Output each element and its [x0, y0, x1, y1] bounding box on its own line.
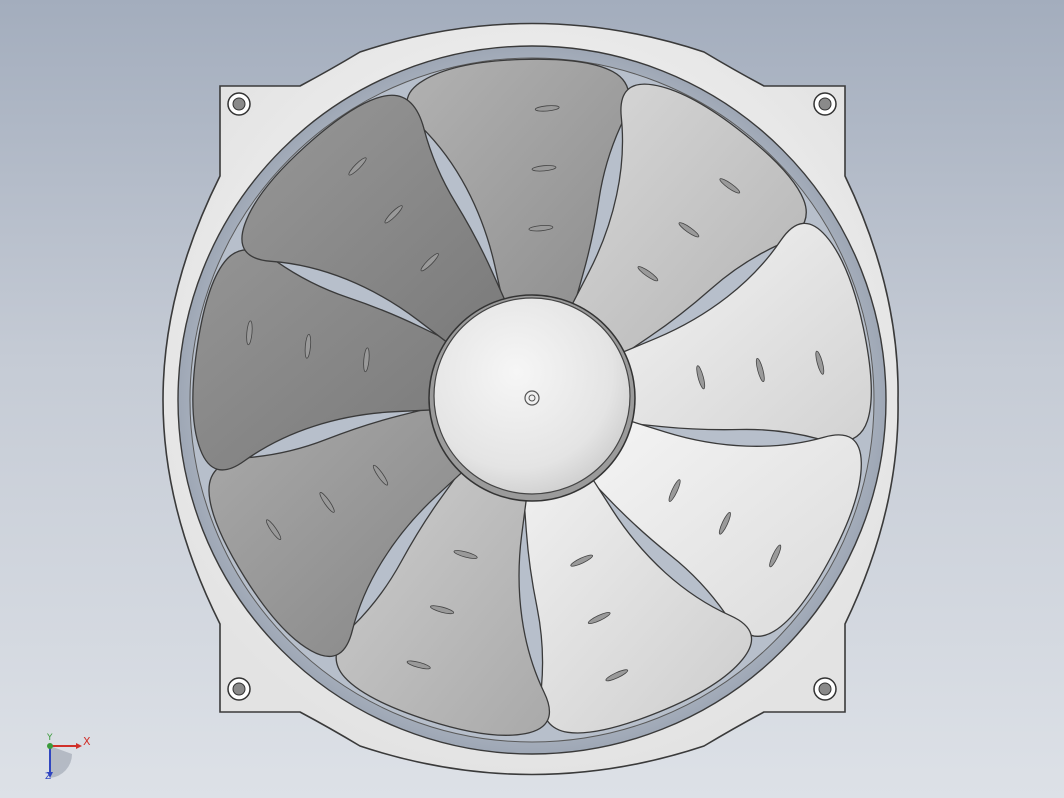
axis-label-z: Z — [45, 772, 52, 782]
fan-hub[interactable] — [428, 294, 636, 502]
graphics-viewport[interactable]: X Y Z — [0, 0, 1064, 798]
axis-triad: X Y Z — [38, 732, 98, 786]
axis-label-y: Y — [47, 733, 53, 743]
fan-model[interactable] — [0, 0, 1064, 798]
axis-label-x: X — [83, 735, 91, 748]
